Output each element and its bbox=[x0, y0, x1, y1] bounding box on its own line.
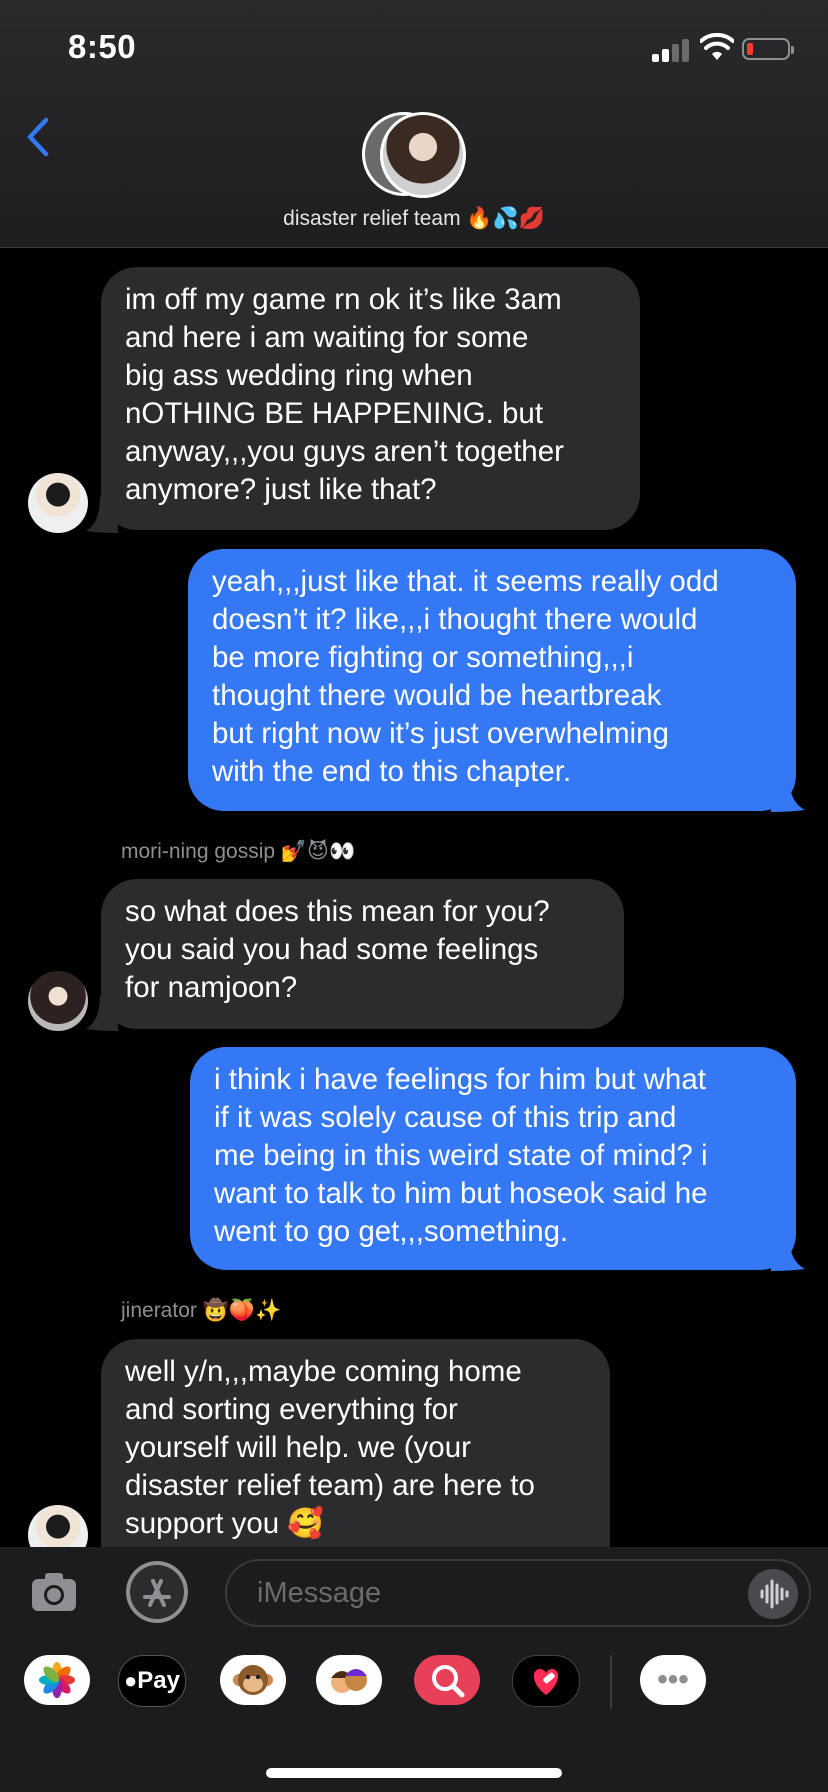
home-indicator[interactable] bbox=[266, 1768, 562, 1778]
audio-waveform-icon bbox=[760, 1579, 789, 1609]
image-search-icon bbox=[432, 1665, 465, 1698]
conversation-header: 8:50 disaster relief team 🔥💦💋 bbox=[0, 0, 828, 248]
digital-touch-button[interactable] bbox=[512, 1655, 580, 1707]
more-apps-icon: ••• bbox=[657, 1663, 689, 1696]
group-name[interactable]: disaster relief team 🔥💦💋 bbox=[0, 207, 828, 231]
wifi-icon bbox=[700, 33, 734, 60]
group-avatar[interactable] bbox=[362, 112, 466, 198]
imessage-app-drawer: ● Pay ••• bbox=[0, 1655, 828, 1735]
battery-icon bbox=[742, 38, 794, 60]
app-drawer-divider bbox=[610, 1655, 612, 1709]
app-store-button[interactable] bbox=[126, 1561, 188, 1623]
apple-pay-icon: ● bbox=[124, 1668, 138, 1693]
sender-avatar[interactable] bbox=[28, 473, 88, 533]
apple-pay-label: Pay bbox=[137, 1667, 180, 1694]
back-chevron-icon[interactable] bbox=[22, 112, 56, 162]
audio-message-button[interactable] bbox=[748, 1569, 798, 1619]
memoji-button[interactable] bbox=[316, 1655, 382, 1705]
message-bubble-incoming[interactable]: so what does this mean for you? you said… bbox=[101, 879, 624, 1029]
status-time: 8:50 bbox=[68, 28, 137, 65]
apple-pay-button[interactable]: ● Pay bbox=[118, 1655, 186, 1707]
message-bubble-incoming[interactable]: well y/n,,,maybe coming home and sorting… bbox=[101, 1339, 610, 1579]
app-store-icon bbox=[130, 1565, 184, 1619]
photos-app-icon bbox=[39, 1662, 75, 1698]
digital-touch-icon bbox=[533, 1669, 559, 1695]
image-search-button[interactable] bbox=[414, 1655, 480, 1705]
animoji-monkey-icon bbox=[233, 1665, 273, 1695]
message-bubble-incoming[interactable]: im off my game rn ok it’s like 3am and h… bbox=[101, 267, 640, 530]
sender-avatar[interactable] bbox=[28, 971, 88, 1031]
sender-name: jinerator 🤠🍑✨ bbox=[121, 1299, 282, 1322]
animoji-button[interactable] bbox=[220, 1655, 286, 1705]
imessage-input[interactable] bbox=[225, 1559, 811, 1627]
cellular-signal-icon bbox=[652, 38, 692, 62]
photos-app-button[interactable] bbox=[24, 1655, 90, 1705]
more-apps-button[interactable]: ••• bbox=[640, 1655, 706, 1705]
compose-bar: ● Pay bbox=[0, 1547, 828, 1792]
group-member-avatar bbox=[380, 112, 466, 198]
memoji-icon bbox=[331, 1669, 367, 1693]
message-bubble-outgoing[interactable]: yeah,,,just like that. it seems really o… bbox=[188, 549, 796, 811]
message-bubble-outgoing[interactable]: i think i have feelings for him but what… bbox=[190, 1047, 796, 1270]
sender-name: mori-ning gossip 💅😈👀 bbox=[121, 840, 356, 863]
camera-icon[interactable] bbox=[28, 1565, 80, 1617]
